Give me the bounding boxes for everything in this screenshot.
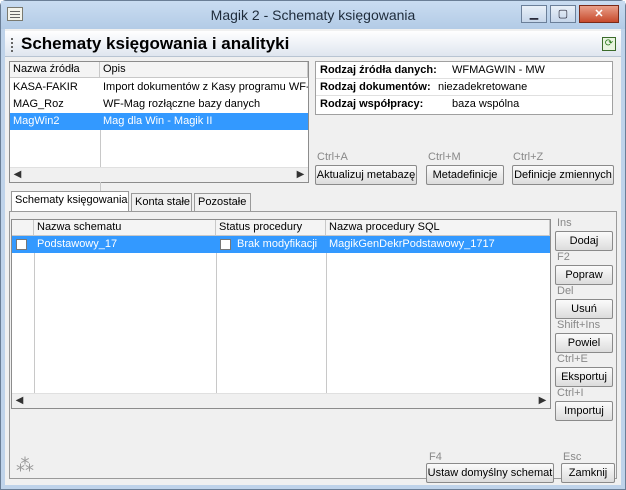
source-name: KASA-FAKIR <box>13 81 78 93</box>
info-row: Rodzaj dokumentów: niezadekretowane <box>316 79 612 96</box>
delete-button[interactable]: Usuń <box>555 299 613 319</box>
shortcut-hint: Shift+Ins <box>557 319 601 331</box>
client-area: Schematy księgowania i analityki ⟳ Nazwa… <box>5 29 621 485</box>
list-item[interactable]: MAG_Roz WF-Mag rozłączne bazy danych <box>10 96 308 113</box>
source-description: Mag dla Win - Magik II <box>103 115 213 127</box>
horizontal-scrollbar[interactable]: ◀ ▶ <box>10 167 308 182</box>
shortcut-hint: Ctrl+M <box>428 151 461 163</box>
add-button[interactable]: Dodaj <box>555 231 613 251</box>
set-default-schema-button[interactable]: Ustaw domyślny schemat <box>426 463 554 483</box>
column-header-sql-procedure[interactable]: Nazwa procedury SQL <box>326 220 550 236</box>
info-row: Rodzaj współpracy: baza wspólna <box>316 96 612 113</box>
horizontal-scrollbar[interactable]: ◀ ▶ <box>12 393 550 408</box>
status-checkbox[interactable] <box>220 239 231 250</box>
import-button[interactable]: Importuj <box>555 401 613 421</box>
scroll-right-icon[interactable]: ▶ <box>535 394 550 409</box>
sql-procedure-name: MagikGenDekrPodstawowy_1717 <box>329 238 495 250</box>
info-label: Rodzaj dokumentów: <box>320 81 431 93</box>
shortcut-hint: Esc <box>563 451 582 463</box>
close-window-button[interactable]: ✕ <box>579 5 619 23</box>
export-button[interactable]: Eksportuj <box>555 367 613 387</box>
shortcut-hint: Ctrl+Z <box>513 151 544 163</box>
shortcut-hint: F2 <box>557 251 570 263</box>
column-header-status[interactable]: Status procedury <box>216 220 326 236</box>
shortcut-hint: F4 <box>429 451 442 463</box>
column-divider <box>216 253 217 408</box>
column-divider <box>34 253 35 408</box>
source-name: MAG_Roz <box>13 98 64 110</box>
variable-definitions-button[interactable]: Definicje zmiennych <box>512 165 614 185</box>
cursor-sparkle-icon: ⁂ <box>16 455 34 475</box>
grip-icon <box>11 38 14 52</box>
shortcut-hint: Del <box>557 285 574 297</box>
table-row-selected[interactable]: Podstawowy_17 Brak modyfikacji MagikGenD… <box>12 236 550 253</box>
main-window: Magik 2 - Schematy księgowania ▁ ▢ ✕ Sch… <box>0 0 626 490</box>
scroll-left-icon[interactable]: ◀ <box>12 394 27 409</box>
minimize-button[interactable]: ▁ <box>521 5 547 23</box>
source-description: WF-Mag rozłączne bazy danych <box>103 98 261 110</box>
refresh-icon[interactable]: ⟳ <box>602 37 616 51</box>
duplicate-button[interactable]: Powiel <box>555 333 613 353</box>
info-value: baza wspólna <box>452 98 520 110</box>
shortcut-hint: Ctrl+E <box>557 353 588 365</box>
scroll-left-icon[interactable]: ◀ <box>10 168 25 183</box>
close-button[interactable]: Zamknij <box>561 463 615 483</box>
info-value: WFMAGWIN - MW <box>452 64 545 76</box>
title-bar[interactable]: Magik 2 - Schematy księgowania ▁ ▢ ✕ <box>1 1 625 29</box>
scroll-right-icon[interactable]: ▶ <box>293 168 308 183</box>
page-title: Schematy księgowania i analityki <box>21 34 290 53</box>
source-name: MagWin2 <box>13 115 60 127</box>
row-checkbox[interactable] <box>16 239 27 250</box>
info-row: Rodzaj źródła danych: WFMAGWIN - MW <box>316 62 612 79</box>
tab-fixed-accounts[interactable]: Konta stałe <box>131 193 192 211</box>
column-header-description[interactable]: Opis <box>100 62 308 78</box>
shortcut-hint: Ctrl+I <box>557 387 584 399</box>
schemas-grid[interactable]: Nazwa schematu Status procedury Nazwa pr… <box>11 219 551 409</box>
shortcut-hint: Ins <box>557 217 572 229</box>
metadefinitions-button[interactable]: Metadefinicje <box>426 165 504 185</box>
info-label: Rodzaj źródła danych: <box>320 64 437 76</box>
info-value: niezadekretowane <box>438 81 528 93</box>
schema-name: Podstawowy_17 <box>37 238 118 250</box>
column-header-schema-name[interactable]: Nazwa schematu <box>34 220 216 236</box>
column-divider <box>326 253 327 408</box>
page-header: Schematy księgowania i analityki ⟳ <box>5 31 621 57</box>
source-description: Import dokumentów z Kasy programu WF-Fa <box>103 81 308 93</box>
tab-other[interactable]: Pozostałe <box>194 193 251 211</box>
maximize-button[interactable]: ▢ <box>550 5 576 23</box>
shortcut-hint: Ctrl+A <box>317 151 348 163</box>
column-header-source-name[interactable]: Nazwa źródła <box>10 62 100 78</box>
source-info-panel: Rodzaj źródła danych: WFMAGWIN - MW Rodz… <box>315 61 613 115</box>
info-label: Rodzaj współpracy: <box>320 98 424 110</box>
update-metabase-button[interactable]: Aktualizuj metabazę <box>315 165 417 185</box>
column-header-check <box>12 220 34 236</box>
list-item-selected[interactable]: MagWin2 Mag dla Win - Magik II <box>10 113 308 130</box>
status-text: Brak modyfikacji <box>237 238 318 250</box>
edit-button[interactable]: Popraw <box>555 265 613 285</box>
tab-schemas[interactable]: Schematy księgowania <box>11 191 129 212</box>
list-item[interactable]: KASA-FAKIR Import dokumentów z Kasy prog… <box>10 79 308 96</box>
source-list[interactable]: Nazwa źródła Opis KASA-FAKIR Import doku… <box>9 61 309 218</box>
